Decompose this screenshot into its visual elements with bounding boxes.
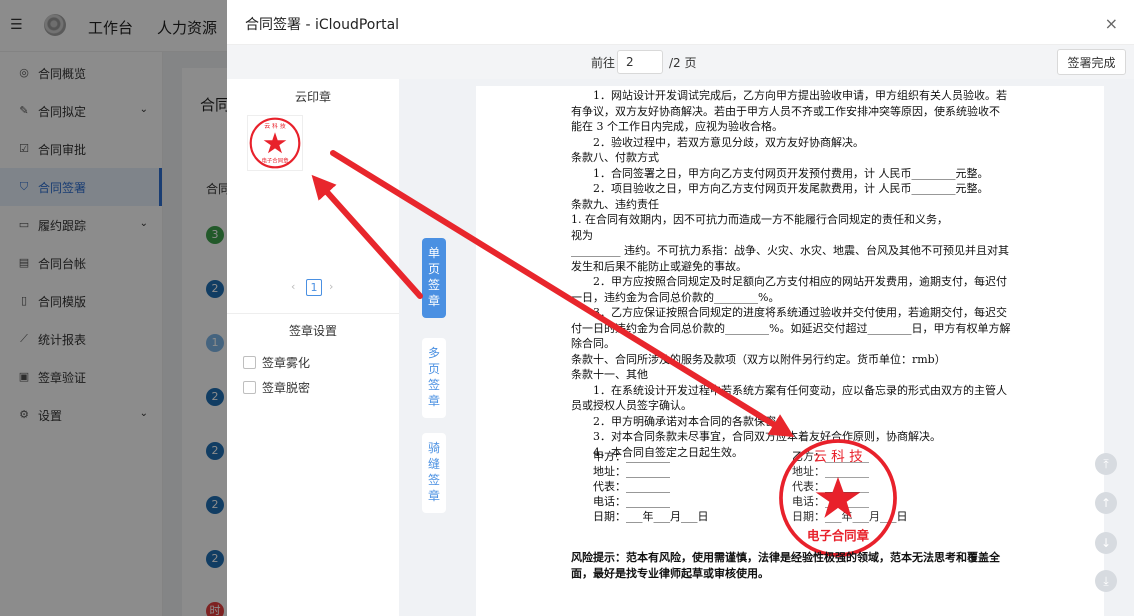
seal-pager: ‹ 1 › <box>289 278 339 298</box>
document-body: 1．网站设计开发调试完成后，乙方向甲方提出验收申请，甲方组织有关人员验收。若有争… <box>571 88 1013 460</box>
signing-modal: 合同签署 - iCloudPortal × 前往 /2 页 签署完成 云印章 云… <box>227 0 1134 616</box>
modal-header: 合同签署 - iCloudPortal × <box>227 0 1134 45</box>
document-line: 一日，违约金为合同总价款的________%。 <box>571 290 780 304</box>
document-line: 2．验收过程中，若双方意见分歧，双方友好协商解决。 <box>593 135 864 149</box>
seal-icon: 云 科 技 电子合同章 <box>249 117 301 169</box>
tab-single-page-seal[interactable]: 单页签章 <box>422 238 446 318</box>
goto-label: 前往 <box>591 56 616 70</box>
seal-page-current[interactable]: 1 <box>306 279 322 296</box>
tab-label: 骑缝签章 <box>428 441 441 503</box>
option-label: 签章脱密 <box>262 381 311 395</box>
document-line: 1．在系统设计开发过程中若系统方案有任何变动，应以备忘录的形式由双方的主管人 <box>593 383 1007 397</box>
risk-warning: 风险提示：范本有风险，使用需谨慎，法律是经验性极强的领域，范本无法思考和覆盖全面… <box>571 551 1000 580</box>
document-line: 1. 在合同有效期内，因不可抗力而造成一方不能履行合同规定的责任和义务， <box>571 213 948 226</box>
party-a-line: 日期：___年___月___日 <box>593 510 709 523</box>
close-icon[interactable]: × <box>1105 14 1118 33</box>
chevron-right-icon[interactable]: › <box>329 280 333 293</box>
document-line: _________ 违约。不可抗力系指：战争、火灾、水灾、地震、台风及其他不可预… <box>571 244 1009 257</box>
party-a-line: 代表：________ <box>593 480 670 493</box>
document-line: 有争议，双方友好协商解决。若由于甲方人员不齐或工作安排冲突等原因，使系统验收不 <box>571 104 1000 118</box>
document-line: 1．合同签署之日，甲方向乙方支付网页开发预付费用，计 人民币________元整… <box>593 166 989 180</box>
placed-seal[interactable]: 云 科 技 电子合同章 <box>776 436 900 560</box>
page-total: /2 页 <box>669 56 697 70</box>
panel-divider <box>227 313 399 314</box>
document-page[interactable]: 1．网站设计开发调试完成后，乙方向甲方提出验收申请，甲方组织有关人员验收。若有争… <box>476 86 1104 616</box>
scroll-down-icon[interactable]: ↓ <box>1095 532 1117 554</box>
document-line: 员或授权人员签字确认。 <box>571 399 692 412</box>
document-line: 能在 3 个工作日内完成，应视为验收合格。 <box>571 120 783 133</box>
document-line: 条款九、违约责任 <box>571 197 659 211</box>
option-blur[interactable]: 签章雾化 <box>243 354 310 371</box>
checkbox[interactable] <box>243 356 256 369</box>
scroll-up-icon[interactable]: ↑ <box>1095 492 1117 514</box>
document-line: 付一日的违约金为合同总价款的________%。如延迟交付超过________日… <box>571 321 1011 335</box>
page-number-input[interactable] <box>617 50 663 74</box>
document-line: 3．乙方应保证按照合同规定的进度将系统通过验收并交付使用，若逾期交付，每迟交 <box>593 306 1007 319</box>
seal-top-text: 云 科 技 <box>264 122 286 130</box>
page-toolbar: 前往 /2 页 签署完成 <box>227 45 1134 79</box>
checkbox[interactable] <box>243 381 256 394</box>
document-line: 除合同。 <box>571 337 615 350</box>
document-line: 视为 <box>571 228 593 242</box>
tab-label: 单页签章 <box>428 246 441 308</box>
document-line: 2．甲方明确承诺对本合同的各款保密。 <box>593 414 787 428</box>
party-a-line: 甲方：________ <box>593 450 670 463</box>
document-line: 条款十一、其他 <box>571 368 648 381</box>
seal-bottom-text: 电子合同章 <box>807 528 870 543</box>
document-line: 发生和后果不能防止或避免的事故。 <box>571 259 747 273</box>
scroll-bottom-icon[interactable]: ⤓ <box>1095 570 1117 592</box>
party-a-line: 地址：________ <box>593 465 670 478</box>
seal-thumbnail[interactable]: 云 科 技 电子合同章 <box>247 115 303 171</box>
document-line: 条款十、合同所涉及的服务及款项（双方以附件另行约定。货币单位：rmb） <box>571 352 946 366</box>
modal-title: 合同签署 - iCloudPortal <box>245 17 400 33</box>
tab-label: 多页签章 <box>428 346 441 408</box>
tab-multi-page-seal[interactable]: 多页签章 <box>422 338 446 418</box>
party-a-block: 甲方：________ 地址：________ 代表：________ 电话：_… <box>593 449 709 524</box>
seal-top-text: 云 科 技 <box>813 449 863 465</box>
settings-title: 签章设置 <box>288 324 337 338</box>
option-label: 签章雾化 <box>262 356 311 370</box>
document-line: 2．甲方应按照合同规定及时足额向乙方支付相应的网站开发费用，逾期支付，每迟付 <box>593 275 1007 288</box>
party-a-line: 电话：________ <box>593 495 670 508</box>
scroll-top-icon[interactable]: ⤒ <box>1095 453 1117 475</box>
option-desensitize[interactable]: 签章脱密 <box>243 379 310 396</box>
seal-bottom-text: 电子合同章 <box>262 156 290 164</box>
seal-panel: 云印章 云 科 技 电子合同章 ‹ 1 › 签章设置 签章雾化 签章脱密 <box>227 79 399 616</box>
document-line: 条款八、付款方式 <box>571 151 659 164</box>
tab-seam-seal[interactable]: 骑缝签章 <box>422 433 446 513</box>
chevron-left-icon[interactable]: ‹ <box>291 280 295 293</box>
finish-signing-button[interactable]: 签署完成 <box>1057 49 1126 75</box>
document-line: 1．网站设计开发调试完成后，乙方向甲方提出验收申请，甲方组织有关人员验收。若 <box>593 89 1007 102</box>
seal-panel-title: 云印章 <box>294 90 331 104</box>
document-line: 2．项目验收之日，甲方向乙方支付网页开发尾款费用，计 人民币________元整… <box>593 182 989 195</box>
